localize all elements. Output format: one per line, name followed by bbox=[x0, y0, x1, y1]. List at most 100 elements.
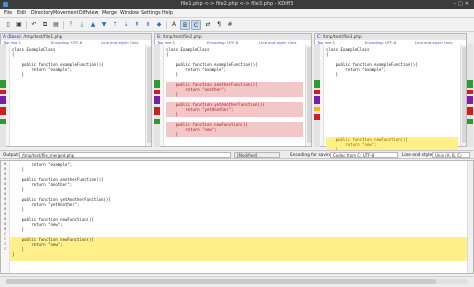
overview-bar-b[interactable] bbox=[154, 44, 160, 147]
pane-c-line-end[interactable]: Line end style: Unix bbox=[415, 40, 453, 45]
next-delta-icon[interactable]: ▼ bbox=[99, 20, 109, 30]
line-end-style-label: Line end style: bbox=[402, 153, 434, 158]
pane-a-code[interactable]: class ExampleClass{ public function exam… bbox=[12, 47, 143, 157]
next-conflict-icon[interactable]: ⇣ bbox=[121, 20, 131, 30]
overview-bar-merge[interactable] bbox=[467, 44, 473, 147]
menu-edit[interactable]: Edit bbox=[17, 11, 26, 16]
prev-conflict-icon[interactable]: ⇡ bbox=[110, 20, 120, 30]
menu-diffview[interactable]: Diffview bbox=[79, 11, 98, 16]
choose-c-button[interactable]: C bbox=[191, 20, 201, 30]
paste-icon[interactable]: ▤ bbox=[51, 20, 61, 30]
diff-pane-a: A (Base): /tmp/test/file1.php Top line 1… bbox=[0, 33, 152, 157]
pane-a-line-end[interactable]: Line end style: Unix bbox=[101, 40, 139, 45]
save-icon[interactable]: ▣ bbox=[14, 20, 24, 30]
pane-a-path: /tmp/test/file1.php bbox=[23, 34, 63, 39]
pane-a-label: A (Base): bbox=[3, 34, 23, 39]
merge-source-marker: B bbox=[4, 167, 7, 171]
pane-a-encoding[interactable]: Encoding: UTF-8 bbox=[51, 40, 82, 45]
select-a-icon[interactable]: ◆ bbox=[154, 20, 164, 30]
pane-c-scrollbar[interactable] bbox=[460, 45, 466, 146]
merge-source-marker: C bbox=[4, 242, 7, 246]
scrollbar-thumb[interactable] bbox=[307, 47, 311, 143]
output-path-field[interactable]: /tmp/test/file_merged.php bbox=[19, 152, 231, 158]
merge-source-marker: B bbox=[4, 227, 7, 231]
overview-bar-a[interactable] bbox=[0, 44, 6, 147]
menu-settings[interactable]: Settings bbox=[141, 11, 161, 16]
auto-advance-icon[interactable]: ⇄ bbox=[203, 20, 213, 30]
menu-movement[interactable]: Movement bbox=[53, 11, 78, 16]
menu-bar: File Edit Directory Movement Diffview Me… bbox=[0, 9, 474, 18]
pane-c-path: /tmp/test/file3.php bbox=[322, 34, 362, 39]
scrollbar-thumb[interactable] bbox=[462, 47, 466, 143]
scrollbar-thumb[interactable] bbox=[147, 47, 151, 143]
scrollbar-thumb[interactable] bbox=[6, 279, 436, 284]
overview-segment bbox=[154, 96, 160, 104]
menu-merge[interactable]: Merge bbox=[102, 11, 117, 16]
overview-bar-c[interactable] bbox=[314, 44, 320, 147]
go-bottom-icon[interactable]: ⤓ bbox=[77, 20, 87, 30]
go-top-icon[interactable]: ⤒ bbox=[66, 20, 76, 30]
window-title: file1.php <-> file2.php <-> file3.php - … bbox=[180, 1, 294, 7]
menu-file[interactable]: File bbox=[4, 11, 12, 16]
overview-segment bbox=[314, 114, 320, 120]
merge-source-marker: B bbox=[4, 197, 7, 201]
diff-pane-c: C: /tmp/test/file3.php Top line 1 Encodi… bbox=[314, 33, 467, 157]
pane-b-code[interactable]: class ExampleClass{ public function exam… bbox=[166, 47, 303, 157]
pane-c-code[interactable]: class ExampleClass{ public function exam… bbox=[326, 47, 458, 157]
overview-segment bbox=[467, 90, 473, 94]
pane-c-encoding[interactable]: Encoding: UTF-8 bbox=[365, 40, 396, 45]
window-controls: –□✕ bbox=[454, 1, 471, 7]
next-unsolved-icon[interactable]: ⇟ bbox=[143, 20, 153, 30]
show-whitespace-icon[interactable]: ¶ bbox=[214, 20, 224, 30]
output-code[interactable]: return "example"; } public function anot… bbox=[12, 162, 465, 273]
merge-output-pane: BBBBBBBBBBBBBBCCCC return "example"; } p… bbox=[0, 160, 474, 274]
copy-icon[interactable]: ⧉ bbox=[40, 20, 50, 30]
pane-c-info: Top line 1 Encoding: UTF-8 Line end styl… bbox=[315, 40, 466, 45]
overview-segment bbox=[467, 80, 473, 88]
choose-b-button[interactable]: B bbox=[180, 20, 190, 30]
pane-b-encoding[interactable]: Encoding: UTF-8 bbox=[207, 40, 238, 45]
merge-source-marker: B bbox=[4, 162, 7, 166]
line-end-style-select[interactable]: Unix (A, B, C) bbox=[432, 152, 470, 158]
output-gutter: BBBBBBBBBBBBBBCCCC bbox=[1, 161, 10, 273]
undo-icon[interactable]: ↶ bbox=[29, 20, 39, 30]
pane-b-info: Top line 1 Encoding: UTF-8 Line end styl… bbox=[155, 40, 311, 45]
pane-b-path: /tmp/test/file2.php bbox=[162, 34, 202, 39]
merge-source-marker: C bbox=[4, 247, 7, 251]
merge-source-marker: C bbox=[4, 232, 7, 236]
merge-source-marker: B bbox=[4, 202, 7, 206]
new-file-icon[interactable]: ▯ bbox=[3, 20, 13, 30]
menu-directory[interactable]: Directory bbox=[31, 11, 53, 16]
overview-segment bbox=[0, 96, 6, 104]
pane-b-line-end[interactable]: Line end style: Unix bbox=[259, 40, 297, 45]
pane-a-scrollbar[interactable] bbox=[145, 45, 151, 146]
maximize-icon[interactable]: □ bbox=[458, 1, 465, 7]
encoding-saving-select[interactable]: Codec from C: UTF-8 bbox=[330, 152, 398, 158]
overview-segment bbox=[0, 80, 6, 88]
output-scrollbar[interactable] bbox=[467, 161, 473, 273]
line-numbers-icon[interactable]: # bbox=[225, 20, 235, 30]
merge-source-marker: B bbox=[4, 207, 7, 211]
overview-segment bbox=[467, 119, 473, 124]
output-label: Output: bbox=[3, 153, 20, 158]
merge-source-marker: B bbox=[4, 182, 7, 186]
menu-window[interactable]: Window bbox=[120, 11, 139, 16]
merge-source-marker: B bbox=[4, 172, 7, 176]
pane-b-scrollbar[interactable] bbox=[305, 45, 311, 146]
merge-source-marker: B bbox=[4, 177, 7, 181]
merge-source-marker: B bbox=[4, 212, 7, 216]
pane-a-info: Top line 1 Encoding: UTF-8 Line end styl… bbox=[1, 40, 151, 45]
close-icon[interactable]: ✕ bbox=[465, 1, 471, 7]
overview-segment bbox=[314, 90, 320, 94]
toolbar-separator bbox=[26, 21, 27, 29]
choose-a-icon[interactable]: A bbox=[169, 20, 179, 30]
overview-segment bbox=[0, 90, 6, 94]
overview-segment bbox=[314, 107, 320, 111]
output-status: [Modified] bbox=[234, 152, 280, 158]
merge-source-marker: B bbox=[4, 222, 7, 226]
output-line[interactable]: } bbox=[12, 252, 465, 257]
prev-delta-icon[interactable]: ▲ bbox=[88, 20, 98, 30]
prev-unsolved-icon[interactable]: ⇞ bbox=[132, 20, 142, 30]
menu-help[interactable]: Help bbox=[162, 11, 173, 16]
horizontal-scrollbar[interactable] bbox=[6, 279, 468, 284]
